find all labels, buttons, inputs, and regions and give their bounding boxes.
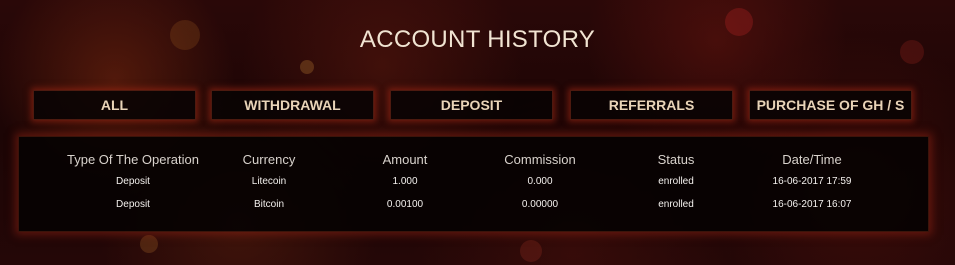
tab-referrals[interactable]: REFERRALS (570, 90, 733, 120)
column-header: Commission (504, 152, 576, 167)
tab-label: PURCHASE OF GH / S (756, 97, 905, 113)
table-cell: Deposit (116, 199, 150, 210)
history-table: Type Of The Operation Currency Amount Co… (18, 136, 929, 232)
page-title: ACCOUNT HISTORY (359, 26, 596, 53)
table-cell: 0.00000 (521, 199, 559, 210)
bokeh-light (300, 60, 314, 74)
table-cell: enrolled (658, 199, 694, 210)
tab-label: ALL (100, 97, 129, 113)
table-cell: Litecoin (251, 176, 287, 187)
tab-label: WITHDRAWAL (244, 97, 341, 113)
tab-all[interactable]: ALL (33, 90, 196, 120)
table-cell: enrolled (658, 176, 694, 187)
table-cell: 0.000 (527, 176, 553, 187)
table-cell: 16-06-2017 16:07 (772, 199, 852, 210)
bokeh-light (140, 235, 158, 253)
table-cell: 1.000 (392, 176, 418, 187)
table-cell: Bitcoin (253, 199, 285, 210)
tab-purchase-ghs[interactable]: PURCHASE OF GH / S (749, 90, 912, 120)
table-cell: Deposit (116, 176, 150, 187)
tab-withdrawal[interactable]: WITHDRAWAL (211, 90, 374, 120)
column-header: Type Of The Operation (67, 152, 199, 167)
bokeh-light (520, 240, 542, 262)
table-cell: 0.00100 (386, 199, 424, 210)
table-cell: 16-06-2017 17:59 (772, 176, 852, 187)
column-header: Currency (242, 152, 296, 167)
column-header: Date/Time (782, 152, 842, 167)
tab-label: DEPOSIT (440, 97, 503, 113)
tab-label: REFERRALS (608, 97, 695, 113)
column-header: Status (657, 152, 695, 167)
tab-deposit[interactable]: DEPOSIT (390, 90, 553, 120)
column-header: Amount (382, 152, 428, 167)
